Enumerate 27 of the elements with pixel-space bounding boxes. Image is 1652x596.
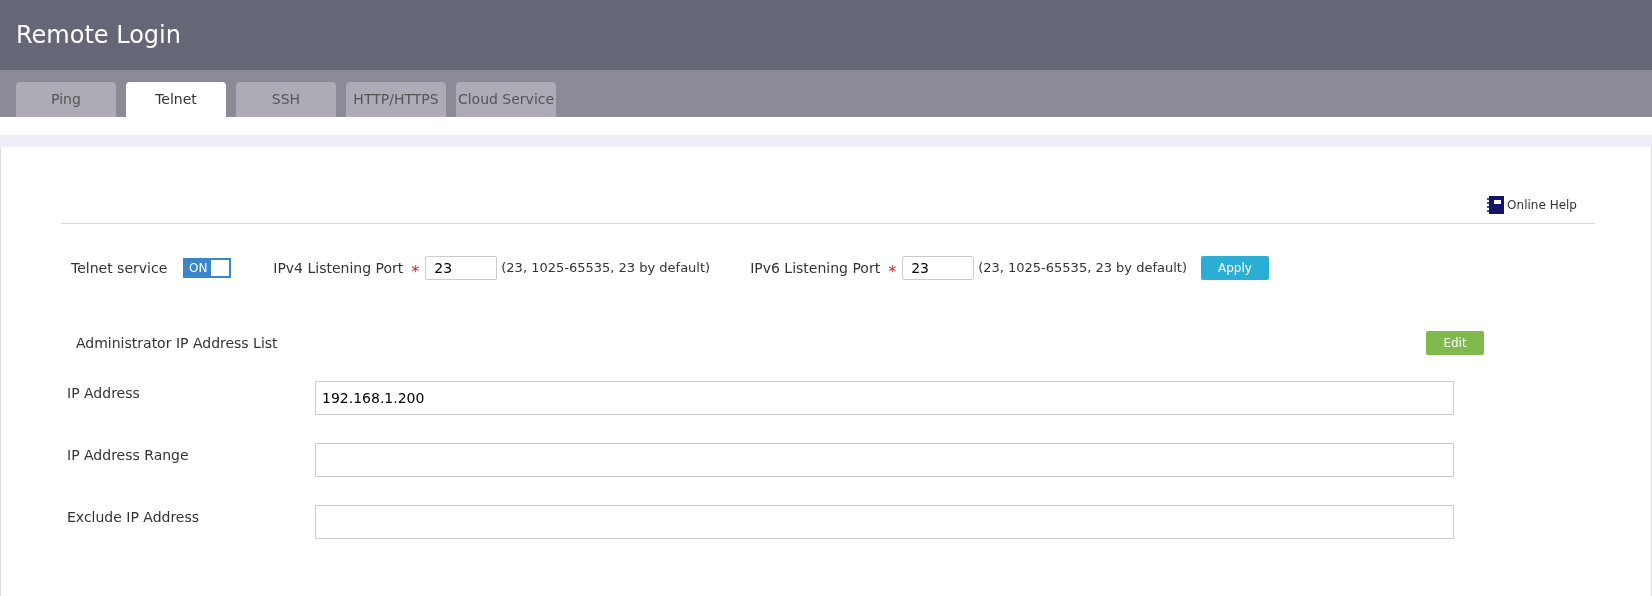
tab[interactable]: Cloud Service <box>456 82 556 117</box>
page-title: Remote Login <box>16 20 181 51</box>
hint-text: (23, 1025-65535, 23 by default) <box>978 259 1187 278</box>
tab[interactable]: HTTP/HTTPS <box>346 82 446 117</box>
field-label: IP Address <box>67 384 141 403</box>
text-field[interactable] <box>315 505 1454 539</box>
required-mark: * <box>888 261 897 283</box>
port-field[interactable]: 23 <box>902 256 975 280</box>
tab[interactable]: Ping <box>16 82 116 117</box>
toggle-switch[interactable]: ON <box>183 258 232 278</box>
tab[interactable]: Telnet <box>126 82 226 117</box>
port-field[interactable]: 23 <box>425 256 498 280</box>
field-label: IP Address Range <box>67 446 190 465</box>
field-label: Telnet service <box>71 258 168 278</box>
tab[interactable]: SSH <box>236 82 336 117</box>
notebook-icon <box>1486 196 1505 214</box>
section-title: Administrator IP Address List <box>76 333 278 353</box>
hint-text: (23, 1025-65535, 23 by default) <box>501 259 711 278</box>
edit-button[interactable]: Edit <box>1426 331 1484 355</box>
field-label: IPv6 Listening Port <box>750 258 881 278</box>
apply-button[interactable]: Apply <box>1201 256 1269 280</box>
help-link[interactable]: Online Help <box>1486 196 1577 214</box>
text-field[interactable]: 192.168.1.200 <box>315 381 1454 415</box>
field-label: IPv4 Listening Port <box>273 258 404 278</box>
text-field[interactable] <box>315 443 1454 477</box>
field-label: Exclude IP Address <box>67 508 201 527</box>
required-mark: * <box>411 261 420 283</box>
